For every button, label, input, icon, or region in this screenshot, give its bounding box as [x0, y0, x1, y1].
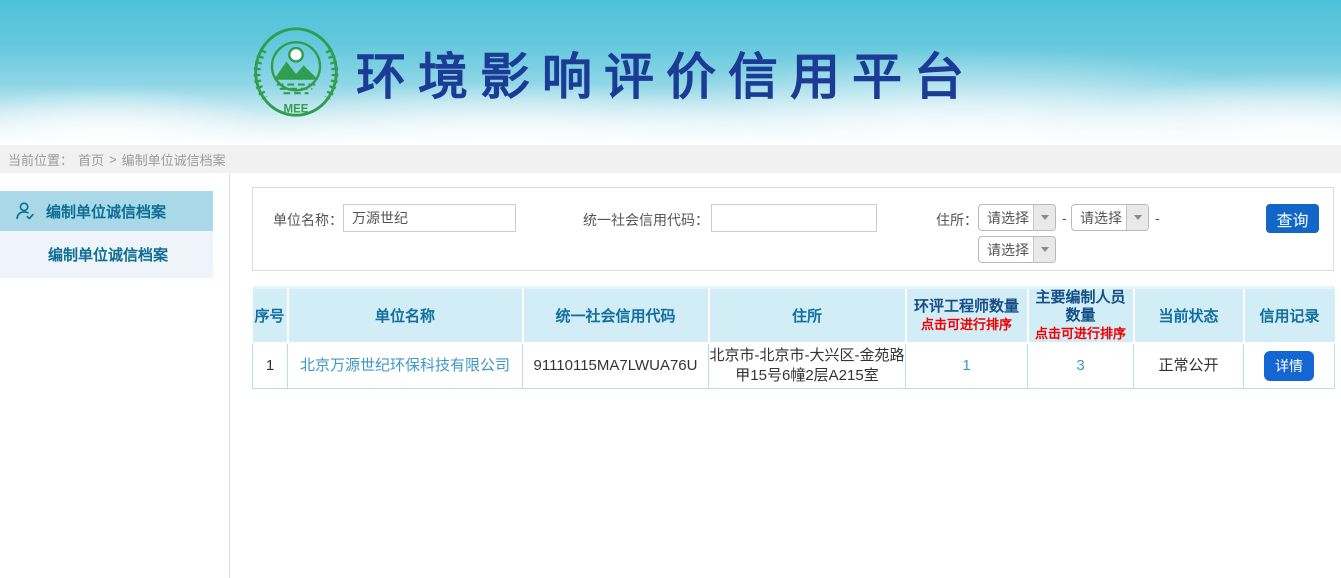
header-index: 序号 — [253, 288, 288, 344]
chevron-down-icon[interactable] — [1033, 237, 1055, 262]
city-select[interactable]: 请选择 — [1071, 204, 1149, 231]
header-staff-count-sortable[interactable]: 主要编制人员数量 点击可进行排序 — [1028, 288, 1134, 344]
province-select[interactable]: 请选择 — [978, 204, 1056, 231]
header-engineer-count-label: 环评工程师数量 — [907, 298, 1027, 316]
header-status: 当前状态 — [1134, 288, 1244, 344]
breadcrumb-label: 当前位置： — [8, 150, 73, 169]
sidebar-subitem-credit-archive[interactable]: 编制单位诚信档案 — [0, 231, 213, 278]
breadcrumb-home-link[interactable]: 首页 — [78, 150, 104, 169]
breadcrumb-current: 编制单位诚信档案 — [122, 150, 226, 169]
sidebar-item-credit-archive[interactable]: 编制单位诚信档案 — [0, 191, 213, 231]
credit-code-label: 统一社会信用代码： — [583, 210, 709, 230]
query-button[interactable]: 查询 — [1266, 204, 1319, 233]
sidebar-subitem-label: 编制单位诚信档案 — [48, 244, 168, 265]
address-label: 住所： — [936, 210, 978, 230]
city-select-value: 请选择 — [1072, 205, 1126, 230]
company-name-input[interactable] — [343, 204, 516, 232]
user-check-icon — [14, 200, 36, 222]
header-company: 单位名称 — [288, 288, 523, 344]
address-dash-2: - — [1155, 210, 1160, 226]
sidebar: 编制单位诚信档案 编制单位诚信档案 — [0, 173, 230, 578]
chevron-down-icon[interactable] — [1126, 205, 1148, 230]
sidebar-item-label: 编制单位诚信档案 — [46, 201, 166, 222]
page-title: 环境影响评价信用平台 — [356, 37, 976, 109]
header-banner: MEE 环境影响评价信用平台 — [0, 0, 1341, 145]
header-address: 住所 — [709, 288, 906, 344]
district-select-value: 请选择 — [979, 237, 1033, 262]
table-header-row: 序号 单位名称 统一社会信用代码 住所 环评工程师数量 点击可进行排序 主要编制… — [253, 288, 1335, 344]
breadcrumb: 当前位置： 首页 > 编制单位诚信档案 — [0, 145, 1341, 173]
mee-logo-text: MEE — [284, 103, 309, 115]
header-credit-record: 信用记录 — [1244, 288, 1335, 344]
header-credit-code: 统一社会信用代码 — [523, 288, 709, 344]
engineer-sort-hint[interactable]: 点击可进行排序 — [907, 316, 1027, 333]
header-engineer-count-sortable[interactable]: 环评工程师数量 点击可进行排序 — [906, 288, 1028, 344]
credit-code-input[interactable] — [711, 204, 877, 232]
breadcrumb-separator: > — [109, 152, 117, 167]
province-select-value: 请选择 — [979, 205, 1033, 230]
header-staff-count-label: 主要编制人员数量 — [1029, 289, 1133, 325]
company-name-link[interactable]: 北京万源世纪环保科技有限公司 — [300, 357, 510, 374]
main-content: 单位名称： 统一社会信用代码： 住所： 请选择 - 请选择 - 请选择 查询 — [252, 173, 1334, 578]
staff-sort-hint[interactable]: 点击可进行排序 — [1029, 325, 1133, 342]
row-address: 北京市-北京市-大兴区-金苑路甲15号6幢2层A215室 — [709, 343, 906, 388]
search-panel: 单位名称： 统一社会信用代码： 住所： 请选择 - 请选择 - 请选择 查询 — [252, 187, 1334, 271]
staff-count-link[interactable]: 3 — [1076, 357, 1084, 374]
engineer-count-link[interactable]: 1 — [962, 357, 970, 374]
company-name-label: 单位名称： — [273, 210, 343, 230]
table-row: 1 北京万源世纪环保科技有限公司 91110115MA7LWUA76U 北京市-… — [253, 343, 1335, 388]
mee-logo-icon: MEE — [248, 25, 344, 121]
row-index: 1 — [253, 343, 288, 388]
address-dash-1: - — [1062, 210, 1067, 226]
detail-button[interactable]: 详情 — [1264, 351, 1314, 381]
row-status: 正常公开 — [1134, 343, 1244, 388]
results-table: 序号 单位名称 统一社会信用代码 住所 环评工程师数量 点击可进行排序 主要编制… — [252, 286, 1335, 389]
chevron-down-icon[interactable] — [1033, 205, 1055, 230]
district-select[interactable]: 请选择 — [978, 236, 1056, 263]
row-credit-code: 91110115MA7LWUA76U — [523, 343, 709, 388]
